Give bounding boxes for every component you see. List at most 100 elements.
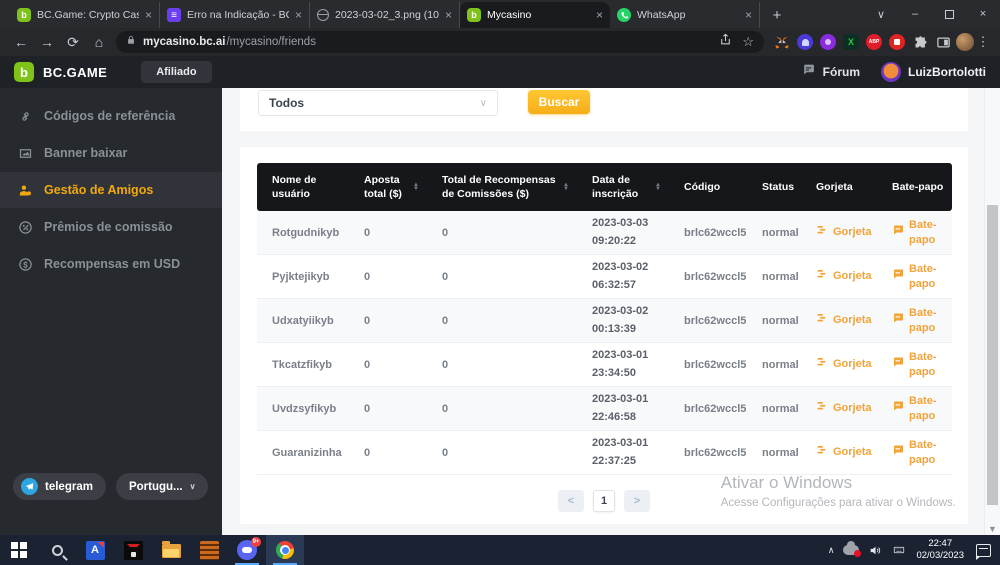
tip-button[interactable]: Gorjeta	[801, 308, 877, 332]
back-icon[interactable]: ←	[8, 29, 34, 55]
cell-status: normal	[747, 355, 801, 375]
coins-icon	[816, 312, 828, 328]
chat-button[interactable]: Bate-papo	[877, 214, 952, 251]
cell-username: Udxatyiikyb	[257, 311, 349, 331]
chat-button[interactable]: Bate-papo	[877, 302, 952, 339]
purple-wallet-extension-icon[interactable]	[820, 34, 836, 50]
sort-arrows-icon[interactable]: ▲▼	[655, 183, 661, 192]
search-button[interactable]: Buscar	[528, 90, 590, 114]
scrollbar-down-arrow-icon[interactable]: ▼	[985, 524, 1000, 534]
sidebar-item-pr-mios-de-comiss-o[interactable]: Prêmios de comissão	[0, 209, 222, 245]
reload-icon[interactable]: ⟳	[60, 29, 86, 55]
scrollbar-thumb[interactable]	[987, 205, 998, 505]
taskbar-orange-app-button[interactable]	[190, 535, 228, 565]
browser-tab[interactable]: 2023-03-02_3.png (1024×76×	[310, 2, 460, 28]
cell-commission-rewards: 0	[427, 355, 577, 375]
taskbar-game-app-button[interactable]	[114, 535, 152, 565]
telegram-button[interactable]: telegram	[13, 473, 106, 500]
tip-button[interactable]: Gorjeta	[801, 396, 877, 420]
browser-tab[interactable]: ≡Erro na Indicação - BC.Game×	[160, 2, 310, 28]
tab-close-icon[interactable]: ×	[445, 9, 452, 21]
column-header-aposta-total-[interactable]: Aposta total ($)▲▼	[349, 167, 427, 207]
taskbar-social-button[interactable]: 9+	[228, 535, 266, 565]
taskbar-chrome-button[interactable]	[266, 535, 304, 565]
browser-tab-strip: bBC.Game: Crypto Casino Gan×≡Erro na Ind…	[0, 0, 1000, 28]
chat-button[interactable]: Bate-papo	[877, 346, 952, 383]
browser-profile-avatar[interactable]	[956, 33, 974, 51]
forward-icon[interactable]: →	[34, 29, 60, 55]
tab-close-icon[interactable]: ×	[145, 9, 152, 21]
metamask-extension-icon[interactable]	[774, 34, 790, 50]
taskbar-start-button[interactable]	[0, 535, 38, 565]
cell-total-bet: 0	[349, 223, 427, 243]
tray-chevron-up-icon[interactable]: ∧	[828, 545, 835, 556]
tab-title: Erro na Indicação - BC.Game	[187, 9, 289, 21]
sidebar-item-gest-o-de-amigos[interactable]: Gestão de Amigos	[0, 172, 222, 208]
taskbar-file-explorer-button[interactable]	[152, 535, 190, 565]
user-avatar[interactable]	[881, 62, 901, 82]
pagination-current-page[interactable]: 1	[593, 490, 615, 512]
tip-button[interactable]: Gorjeta	[801, 264, 877, 288]
bookmark-star-icon[interactable]: ☆	[742, 34, 754, 50]
new-tab-button[interactable]: +	[764, 2, 790, 28]
puzzle-extension-icon[interactable]	[912, 34, 928, 50]
tab-close-icon[interactable]: ×	[596, 9, 603, 21]
sidebar-item-recompensas-em-usd[interactable]: Recompensas em USD	[0, 246, 222, 282]
game-app-icon	[124, 541, 143, 560]
sort-arrows-icon[interactable]: ▲▼	[563, 183, 569, 192]
tip-button[interactable]: Gorjeta	[801, 352, 877, 376]
user-name[interactable]: LuizBortolotti	[908, 65, 986, 79]
tip-button[interactable]: Gorjeta	[801, 220, 877, 244]
volume-icon[interactable]	[868, 544, 882, 557]
sidebar-item-label: Códigos de referência	[44, 109, 175, 123]
share-icon[interactable]	[719, 33, 732, 51]
chat-button[interactable]: Bate-papo	[877, 434, 952, 471]
tab-close-icon[interactable]: ×	[745, 9, 752, 21]
keyboard-icon[interactable]	[891, 544, 907, 556]
cell-commission-rewards: 0	[427, 443, 577, 463]
taskbar-search-button[interactable]	[38, 535, 76, 565]
browser-tab[interactable]: WhatsApp ×	[610, 2, 760, 28]
browser-menu-icon[interactable]: ⋮	[974, 34, 992, 50]
page-scrollbar[interactable]: ▼	[984, 88, 1000, 535]
sidebar-item-c-digos-de-refer-ncia[interactable]: Códigos de referência	[0, 98, 222, 134]
address-bar[interactable]: mycasino.bc.ai /mycasino/friends ☆	[116, 31, 764, 53]
sort-arrows-icon[interactable]: ▲▼	[413, 183, 419, 192]
tab-title: WhatsApp	[637, 9, 739, 21]
ghost-wallet-extension-icon[interactable]	[797, 34, 813, 50]
home-icon[interactable]: ⌂	[86, 29, 112, 55]
tip-button[interactable]: Gorjeta	[801, 440, 877, 464]
onedrive-cloud-icon[interactable]	[843, 545, 859, 555]
adblock-extension-icon[interactable]: ABP	[866, 34, 882, 50]
window-minimize-button[interactable]: –	[898, 0, 932, 28]
window-close-button[interactable]: ×	[966, 0, 1000, 28]
chevron-down-icon: ∨	[190, 482, 196, 491]
chat-button[interactable]: Bate-papo	[877, 258, 952, 295]
sidebar-item-banner-baixar[interactable]: Banner baixar	[0, 135, 222, 171]
affiliate-nav-chip[interactable]: Afiliado	[141, 61, 211, 83]
cell-status: normal	[747, 443, 801, 463]
side-panel-extension-icon[interactable]	[935, 34, 951, 50]
taskbar-clock[interactable]: 22:47 02/03/2023	[916, 538, 964, 563]
chat-button[interactable]: Bate-papo	[877, 390, 952, 427]
bcgame-logo-icon[interactable]: b	[14, 62, 34, 82]
cell-commission-rewards: 0	[427, 399, 577, 419]
window-restore-button[interactable]	[932, 0, 966, 28]
action-center-icon[interactable]	[976, 544, 991, 557]
search-icon	[52, 545, 63, 556]
green-x-extension-icon[interactable]: X	[843, 34, 859, 50]
browser-tab[interactable]: bMycasino×	[460, 2, 610, 28]
column-header-bate-papo: Bate-papo	[877, 174, 952, 200]
tab-close-icon[interactable]: ×	[295, 9, 302, 21]
column-header-total-de-recompensas-de-comiss-es-[interactable]: Total de Recompensas de Comissões ($)▲▼	[427, 167, 577, 207]
pagination-next-button[interactable]: >	[624, 490, 650, 512]
forum-link[interactable]: Fórum	[823, 65, 860, 79]
taskbar-amd-button[interactable]: A	[76, 535, 114, 565]
column-header-data-de-inscri-o[interactable]: Data de inscrição▲▼	[577, 167, 669, 207]
pagination-prev-button[interactable]: <	[558, 490, 584, 512]
browser-tab[interactable]: bBC.Game: Crypto Casino Gan×	[10, 2, 160, 28]
window-menu-chevron-icon[interactable]: ∨	[864, 0, 898, 28]
language-selector[interactable]: Portugu... ∨	[116, 473, 209, 500]
friends-filter-select[interactable]: Todos ∨	[258, 90, 498, 116]
red-wallet-extension-icon[interactable]	[889, 34, 905, 50]
